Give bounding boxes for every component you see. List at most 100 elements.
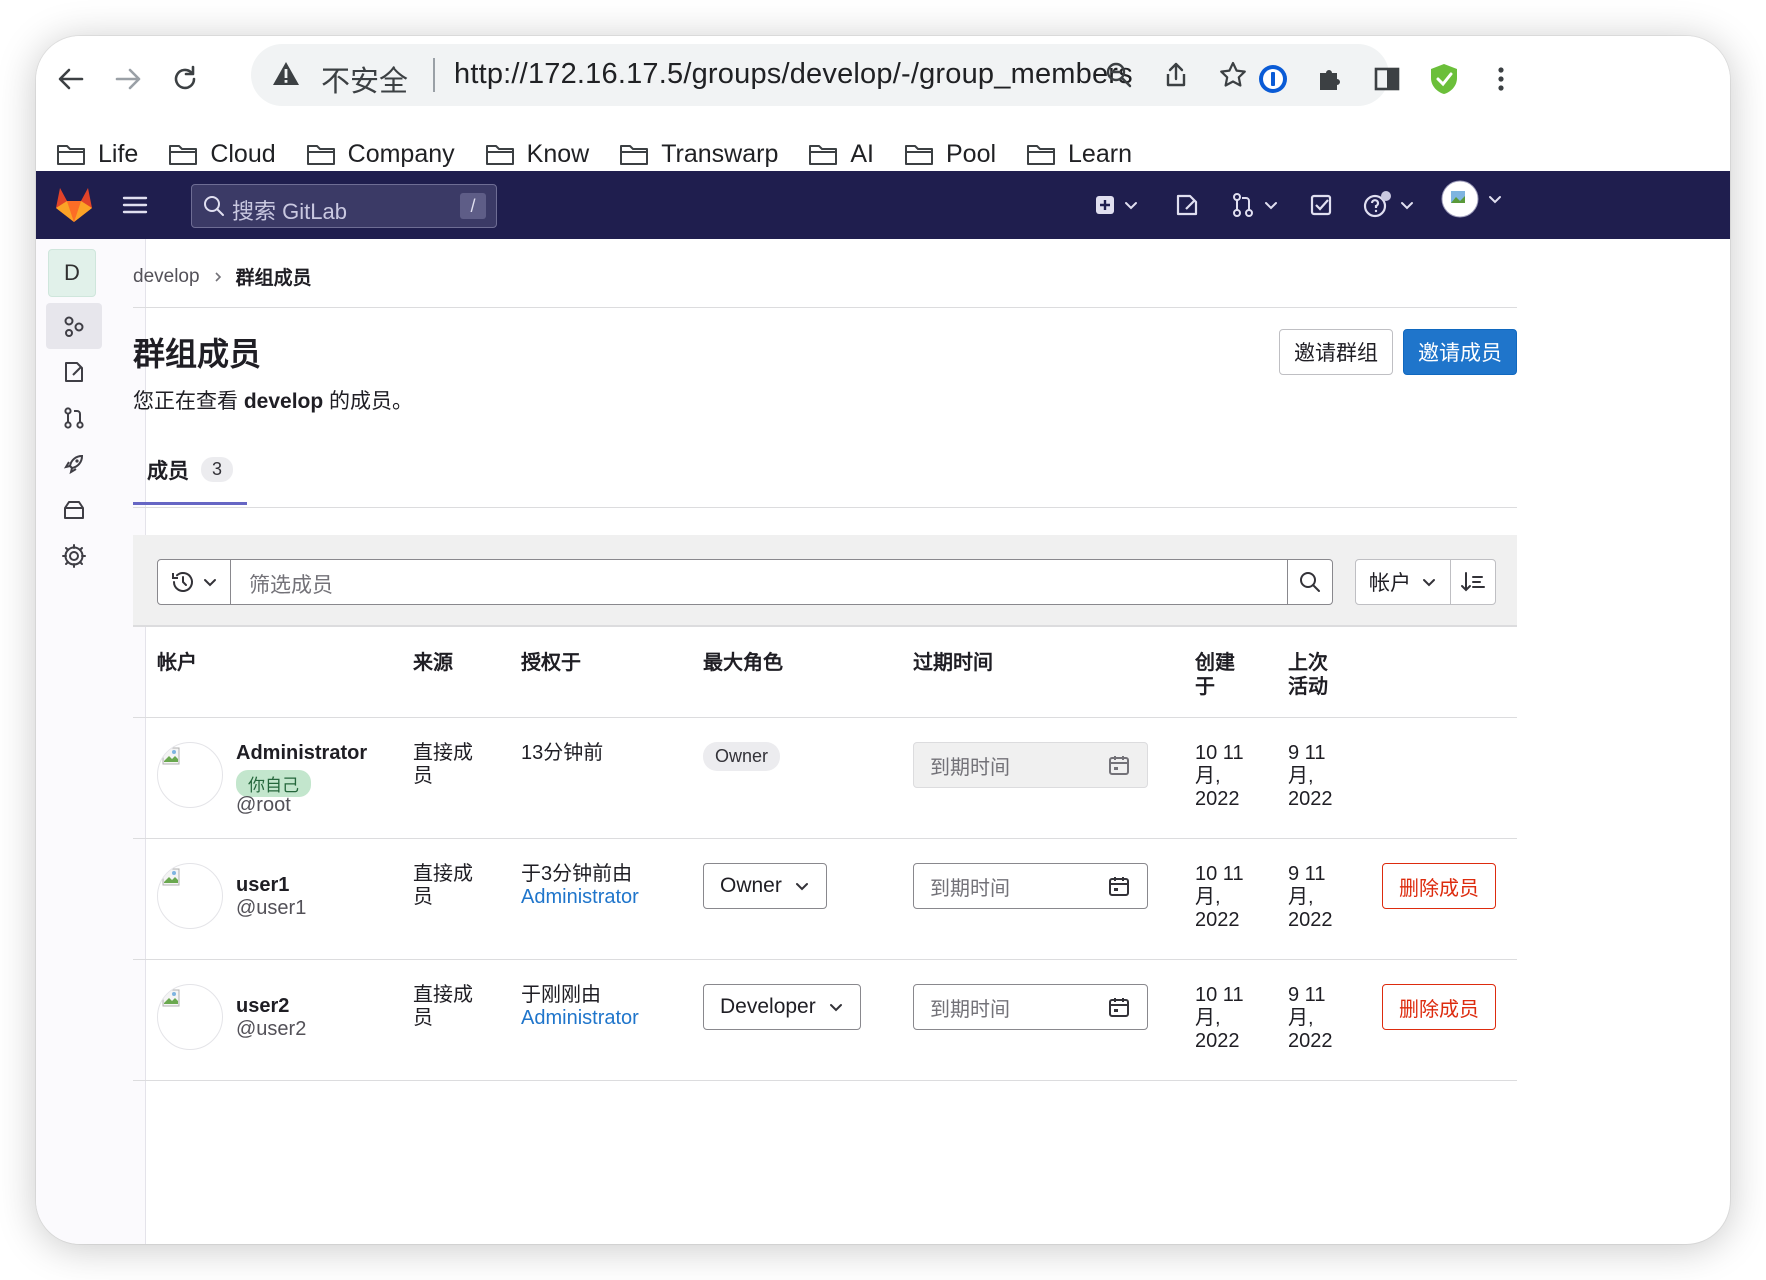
browser-menu-button[interactable] — [1476, 54, 1526, 104]
breadcrumb-current[interactable]: 群组成员 — [236, 263, 312, 290]
created-line3: 2022 — [1195, 909, 1240, 931]
merge-requests-icon — [64, 407, 84, 429]
subtitle-suffix: 的成员。 — [329, 390, 414, 413]
url-text[interactable]: http://172.16.17.5/groups/develop/-/grou… — [454, 58, 1133, 91]
bookmark-label: Life — [98, 139, 139, 168]
member-name[interactable]: Administrator — [236, 742, 367, 765]
avatar — [157, 984, 223, 1050]
address-bar[interactable]: 不安全 http://172.16.17.5/groups/develop/-/… — [251, 44, 1389, 106]
group-avatar[interactable]: D — [48, 249, 96, 297]
invite-member-button[interactable]: 邀请成员 — [1403, 329, 1517, 375]
sidebar-item-members[interactable] — [46, 303, 102, 349]
hamburger-menu-icon[interactable] — [122, 193, 148, 222]
history-icon — [172, 572, 193, 592]
subtitle-prefix: 您正在查看 — [133, 390, 238, 413]
issues-icon[interactable] — [1174, 189, 1200, 221]
password-manager-extension[interactable] — [1248, 54, 1298, 104]
sidebar-item-merge-requests[interactable] — [46, 395, 102, 441]
col-header-expiration: 过期时间 — [913, 652, 993, 674]
gitlab-logo-icon[interactable] — [54, 185, 94, 228]
granted-by-link[interactable]: Administrator — [521, 886, 639, 908]
bookmark-folder[interactable]: Company — [306, 134, 455, 174]
col-header-max-role[interactable]: 最大角色 — [703, 651, 783, 675]
sidebar-item-settings[interactable] — [46, 533, 102, 579]
col-header-created-line2: 于 — [1195, 676, 1215, 698]
member-last-activity: 9 11 月, 2022 — [1288, 742, 1333, 811]
bookmark-folder[interactable]: AI — [808, 134, 874, 174]
tab-members[interactable]: 成员 3 — [133, 445, 247, 505]
new-dropdown[interactable] — [1094, 189, 1140, 221]
recent-searches-button[interactable] — [157, 559, 231, 605]
col-header-account[interactable]: 帐户 — [157, 651, 197, 675]
table-bottom-divider — [133, 1080, 1517, 1081]
help-dropdown[interactable] — [1362, 189, 1416, 221]
bookmark-folder[interactable]: Life — [56, 134, 138, 174]
expiration-date-input[interactable]: 到期时间 — [913, 863, 1148, 909]
col-header-granted[interactable]: 授权于 — [521, 651, 581, 675]
member-source-line1: 直接成 — [413, 863, 473, 885]
sidebar-item-issues[interactable] — [46, 349, 102, 395]
member-granted-text: 于刚刚由 — [521, 984, 601, 1006]
sidebar-item-packages[interactable] — [46, 487, 102, 533]
back-button[interactable] — [46, 54, 96, 104]
avatar — [157, 742, 223, 808]
bookmark-label: Cloud — [210, 139, 276, 168]
sidebar-item-deployments[interactable] — [46, 441, 102, 487]
created-line2: 月, — [1195, 1007, 1221, 1029]
member-name[interactable]: user2 — [236, 995, 289, 1018]
side-panel-button[interactable] — [1362, 54, 1412, 104]
reload-button[interactable] — [160, 54, 210, 104]
page-title: 群组成员 — [133, 336, 262, 372]
breadcrumb-parent[interactable]: develop — [133, 266, 200, 288]
created-line1: 10 11 — [1195, 742, 1244, 764]
security-status-label[interactable]: 不安全 — [321, 58, 408, 100]
bookmark-folder[interactable]: Know — [485, 134, 589, 174]
sort-field-label: 帐户 — [1369, 572, 1411, 595]
profile-extension-button[interactable] — [1419, 54, 1469, 104]
bookmark-folder[interactable]: Pool — [904, 134, 996, 174]
expiration-date-input[interactable]: 到期时间 — [913, 984, 1148, 1030]
gitlab-search-input[interactable]: 搜索 GitLab / — [191, 184, 497, 228]
member-granted: 于3分钟前由 Administrator — [521, 863, 639, 909]
role-dropdown[interactable]: Developer — [703, 984, 861, 1030]
user-menu-dropdown[interactable] — [1440, 180, 1504, 218]
filter-search-button[interactable] — [1287, 559, 1333, 605]
todos-icon[interactable] — [1308, 189, 1334, 221]
bookmark-star-icon[interactable] — [1213, 55, 1253, 95]
member-name[interactable]: user1 — [236, 874, 289, 897]
remove-member-button[interactable]: 删除成员 — [1382, 863, 1496, 909]
col-header-source: 来源 — [413, 652, 453, 674]
member-username: @user1 — [236, 897, 307, 919]
sort-direction-button[interactable] — [1450, 559, 1496, 605]
invite-group-button[interactable]: 邀请群组 — [1279, 329, 1393, 375]
extensions-button[interactable] — [1305, 54, 1355, 104]
remove-member-button[interactable]: 删除成员 — [1382, 984, 1496, 1030]
filter-members-input[interactable]: 筛选成员 — [230, 559, 1288, 605]
search-shortcut-key: / — [460, 193, 486, 219]
reload-icon — [174, 65, 196, 90]
forward-button[interactable] — [103, 54, 153, 104]
activity-line1: 9 11 — [1288, 742, 1326, 764]
calendar-icon — [1109, 998, 1129, 1017]
member-source: 直接成 员 — [413, 984, 473, 1030]
bookmark-folder[interactable]: Cloud — [168, 134, 276, 174]
chevron-down-icon — [829, 1004, 842, 1012]
sort-field-dropdown[interactable]: 帐户 — [1355, 559, 1451, 605]
role-dropdown[interactable]: Owner — [703, 863, 827, 909]
zoom-icon[interactable] — [1099, 55, 1139, 95]
table-top-divider — [133, 625, 1517, 626]
folder-icon — [1027, 145, 1056, 165]
broken-image-icon — [162, 989, 180, 1007]
merge-requests-dropdown[interactable] — [1230, 189, 1280, 221]
col-header-last-activity[interactable]: 上次 活动 — [1288, 651, 1328, 699]
col-header-created-line1: 创建 — [1195, 652, 1235, 674]
bookmark-folder[interactable]: Transwarp — [619, 134, 778, 174]
share-icon[interactable] — [1156, 55, 1196, 95]
created-line1: 10 11 — [1195, 984, 1244, 1006]
calendar-icon — [1109, 756, 1129, 775]
bookmark-folder[interactable]: Learn — [1026, 134, 1132, 174]
col-header-created[interactable]: 创建 于 — [1195, 651, 1235, 699]
granted-by-link[interactable]: Administrator — [521, 1007, 639, 1029]
warning-icon[interactable] — [271, 59, 301, 94]
chevron-down-icon — [1125, 202, 1137, 210]
